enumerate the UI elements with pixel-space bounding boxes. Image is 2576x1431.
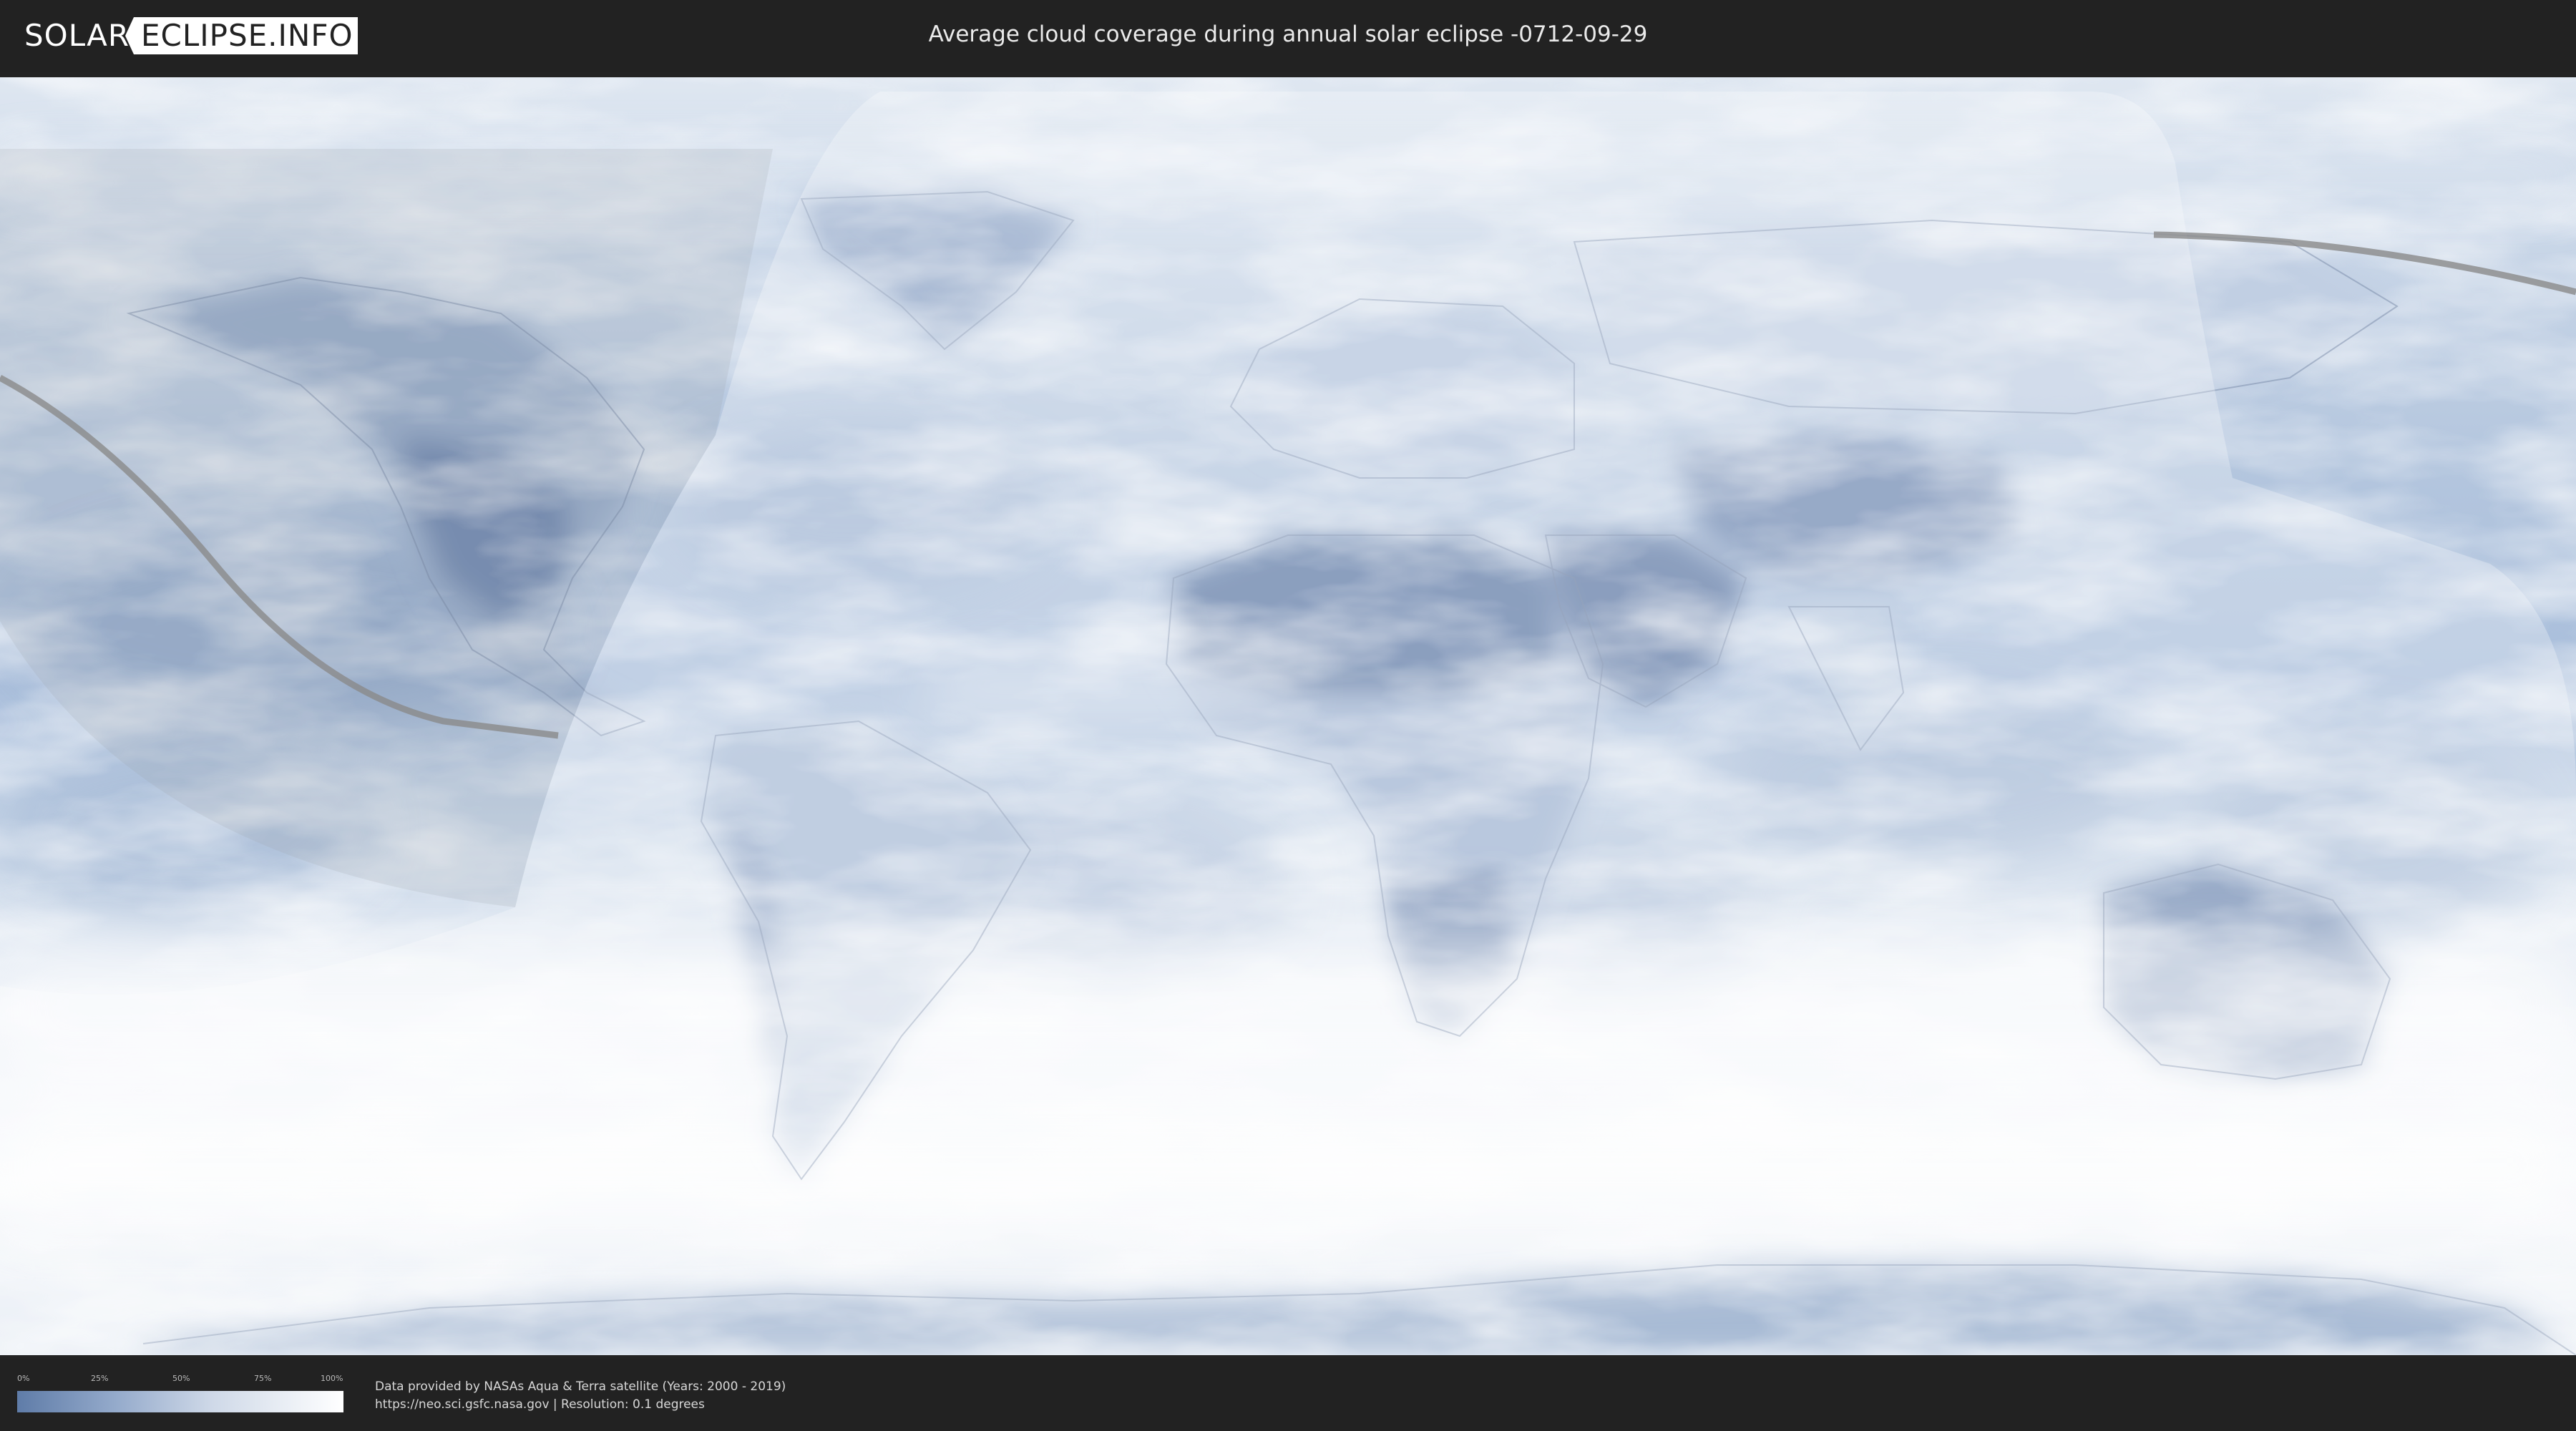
legend-tick-0: 0% <box>17 1374 30 1383</box>
legend-gradient-bar <box>17 1391 343 1412</box>
legend-tick-75: 75% <box>254 1374 272 1383</box>
cloud-coverage-map[interactable] <box>0 77 2576 1355</box>
world-map-svg <box>0 77 2576 1355</box>
cloud-coverage-legend: 0% 25% 50% 75% 100% <box>17 1374 343 1415</box>
map-title: Average cloud coverage during annual sol… <box>928 21 1648 47</box>
legend-tick-100: 100% <box>321 1374 343 1383</box>
header: SOLAR ECLIPSE.INFO Average cloud coverag… <box>0 0 2576 72</box>
page: SOLAR ECLIPSE.INFO Average cloud coverag… <box>0 0 2576 1431</box>
footer: 0% 25% 50% 75% 100% Data provided by NAS… <box>0 1359 2576 1431</box>
legend-tick-50: 50% <box>172 1374 190 1383</box>
legend-tick-25: 25% <box>91 1374 109 1383</box>
credit-url-resolution[interactable]: https://neo.sci.gsfc.nasa.gov | Resoluti… <box>375 1396 786 1414</box>
data-credits: Data provided by NASAs Aqua & Terra sate… <box>375 1378 786 1414</box>
credit-source: Data provided by NASAs Aqua & Terra sate… <box>375 1379 786 1394</box>
